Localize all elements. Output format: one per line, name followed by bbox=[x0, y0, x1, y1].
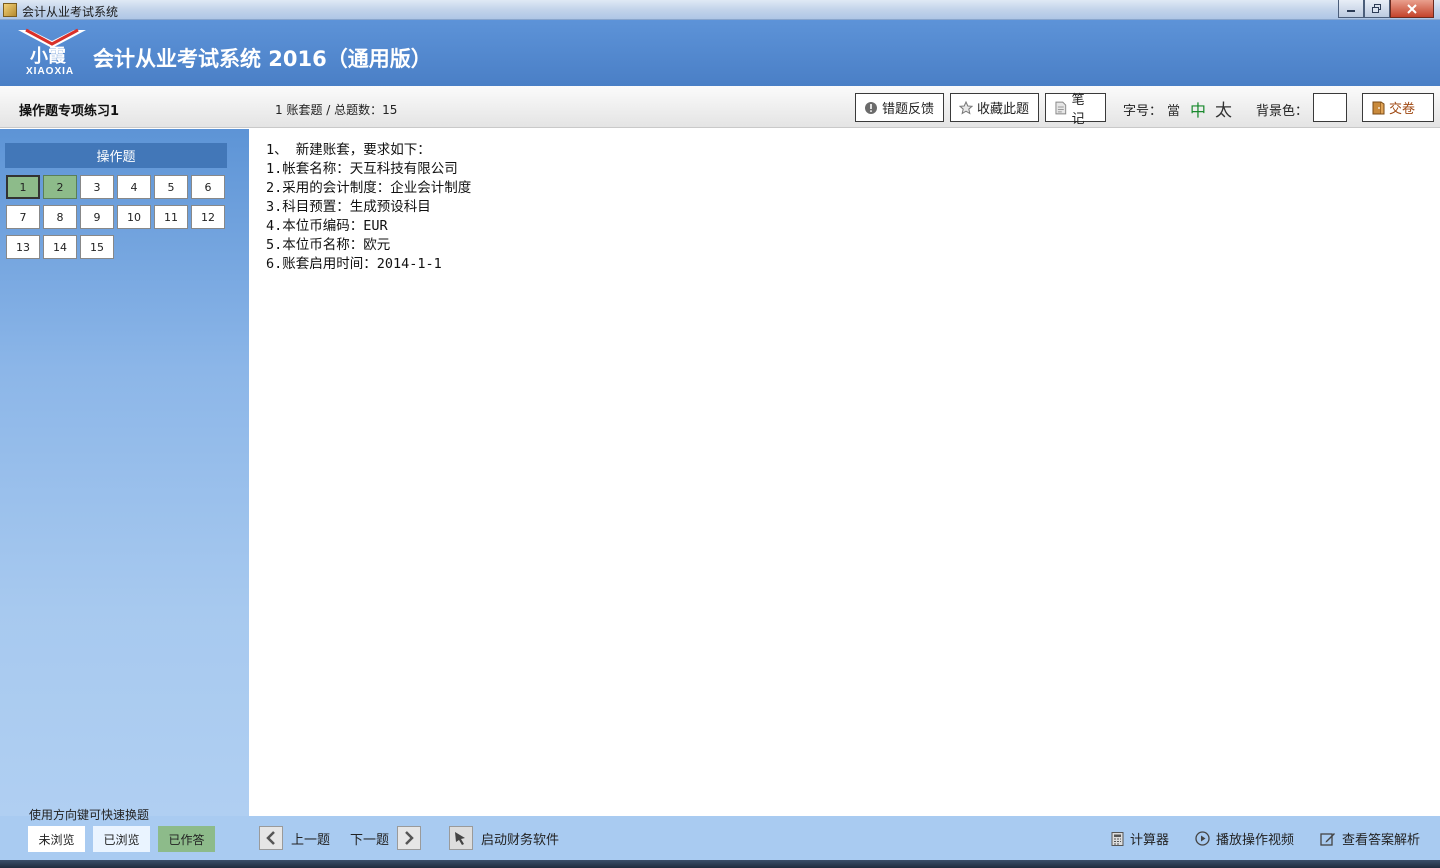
prev-question-label: 上一题 bbox=[291, 832, 331, 848]
logo: 小霞 XIAOXIA bbox=[14, 26, 90, 80]
star-icon bbox=[959, 100, 973, 115]
feedback-label: 错题反馈 bbox=[882, 102, 935, 117]
window-titlebar: 会计从业考试系统 bbox=[0, 0, 1440, 20]
question-line: 1.帐套名称：天互科技有限公司 bbox=[266, 161, 458, 177]
question-type-header[interactable]: 操作题 bbox=[5, 143, 227, 168]
play-circle-icon bbox=[1195, 831, 1210, 846]
os-taskbar bbox=[0, 860, 1440, 868]
view-answer-label: 查看答案解析 bbox=[1342, 833, 1421, 848]
question-grid: 1 2 3 4 5 6 7 8 9 10 11 12 13 14 15 bbox=[6, 175, 228, 259]
font-size-large[interactable]: 太 bbox=[1215, 96, 1232, 121]
next-question-label: 下一题 bbox=[350, 832, 390, 848]
keyboard-hint: 使用方向键可快速换题 bbox=[29, 808, 150, 822]
legend-viewed: 已浏览 bbox=[93, 826, 150, 852]
chevron-left-icon bbox=[259, 826, 283, 850]
question-number-button[interactable]: 15 bbox=[80, 235, 114, 259]
font-size-small[interactable]: 當 bbox=[1167, 100, 1180, 119]
prev-question-button[interactable]: 上一题 bbox=[259, 825, 330, 851]
question-number-button[interactable]: 13 bbox=[6, 235, 40, 259]
toolbar: 操作题专项练习1 1 账套题 / 总题数：15 错题反馈 收藏此题 笔记 字号：… bbox=[0, 86, 1440, 128]
question-number-button[interactable]: 10 bbox=[117, 205, 151, 229]
maximize-button[interactable] bbox=[1364, 0, 1390, 18]
background-color-swatch[interactable] bbox=[1313, 93, 1347, 122]
question-number-button[interactable]: 1 bbox=[6, 175, 40, 199]
note-icon bbox=[1055, 101, 1067, 114]
question-text: 1、 新建账套，要求如下： 1.帐套名称：天互科技有限公司 2.采用的会计制度：企业… bbox=[266, 141, 471, 274]
question-line: 6.账套启用时间：2014-1-1 bbox=[266, 256, 442, 272]
background-color-label: 背景色： bbox=[1256, 104, 1309, 119]
close-button[interactable] bbox=[1390, 0, 1434, 18]
question-number-button[interactable]: 6 bbox=[191, 175, 225, 199]
alert-icon bbox=[865, 101, 877, 114]
question-line: 2.采用的会计制度：企业会计制度 bbox=[266, 180, 472, 196]
question-number-button[interactable]: 2 bbox=[43, 175, 77, 199]
notes-button[interactable]: 笔记 bbox=[1045, 93, 1106, 127]
launch-software-label: 启动财务软件 bbox=[481, 832, 560, 848]
submit-exam-button[interactable]: 交卷 bbox=[1362, 93, 1434, 122]
view-answer-button[interactable]: 查看答案解析 bbox=[1320, 829, 1420, 848]
legend-answered: 已作答 bbox=[158, 826, 215, 852]
calculator-icon bbox=[1111, 831, 1124, 846]
question-number-button[interactable]: 11 bbox=[154, 205, 188, 229]
app-header: 小霞 XIAOXIA 会计从业考试系统 2016（通用版） bbox=[0, 20, 1440, 86]
favorite-button[interactable]: 收藏此题 bbox=[950, 93, 1039, 122]
door-exit-icon bbox=[1372, 101, 1385, 114]
feedback-button[interactable]: 错题反馈 bbox=[855, 93, 944, 122]
calculator-button[interactable]: 计算器 bbox=[1111, 829, 1169, 848]
question-number-button[interactable]: 12 bbox=[191, 205, 225, 229]
close-icon bbox=[1407, 3, 1417, 14]
notes-label: 笔记 bbox=[1071, 92, 1085, 127]
question-number-button[interactable]: 3 bbox=[80, 175, 114, 199]
font-size-medium[interactable]: 中 bbox=[1190, 97, 1206, 121]
question-counter: 1 账套题 / 总题数：15 bbox=[275, 103, 398, 117]
question-line: 1、 新建账套，要求如下： bbox=[266, 142, 431, 158]
sidebar: 操作题 1 2 3 4 5 6 7 8 9 10 11 12 13 14 15 bbox=[0, 129, 249, 816]
logo-mark-icon: 小霞 bbox=[18, 28, 86, 64]
play-video-label: 播放操作视频 bbox=[1216, 833, 1295, 848]
minimize-button[interactable] bbox=[1338, 0, 1364, 18]
question-number-button[interactable]: 14 bbox=[43, 235, 77, 259]
question-number-button[interactable]: 4 bbox=[117, 175, 151, 199]
app-title: 会计从业考试系统 2016（通用版） bbox=[93, 47, 432, 71]
legend-unviewed: 未浏览 bbox=[28, 826, 85, 852]
window-title: 会计从业考试系统 bbox=[22, 5, 119, 19]
logo-cn-text: 小霞 bbox=[30, 46, 67, 64]
question-line: 3.科目预置：生成预设科目 bbox=[266, 199, 431, 215]
question-number-button[interactable]: 8 bbox=[43, 205, 77, 229]
section-title: 操作题专项练习1 bbox=[19, 104, 120, 119]
submit-exam-label: 交卷 bbox=[1389, 102, 1416, 117]
question-number-button[interactable]: 9 bbox=[80, 205, 114, 229]
calculator-label: 计算器 bbox=[1130, 833, 1170, 848]
question-line: 4.本位币编码：EUR bbox=[266, 218, 388, 234]
favorite-label: 收藏此题 bbox=[977, 102, 1030, 117]
logo-text: XIAOXIA bbox=[26, 66, 75, 77]
cursor-icon bbox=[449, 826, 473, 850]
question-number-button[interactable]: 7 bbox=[6, 205, 40, 229]
font-size-label: 字号： bbox=[1123, 104, 1163, 119]
minimize-icon bbox=[1347, 9, 1355, 12]
window-controls bbox=[1338, 0, 1434, 18]
footer-bar: 使用方向键可快速换题 未浏览 已浏览 已作答 上一题 下一题 启动财务软件 计算… bbox=[0, 808, 1440, 860]
play-video-button[interactable]: 播放操作视频 bbox=[1195, 829, 1294, 848]
question-panel: 1、 新建账套，要求如下： 1.帐套名称：天互科技有限公司 2.采用的会计制度：企业… bbox=[249, 129, 1440, 816]
chevron-right-icon bbox=[397, 826, 422, 850]
restore-icon bbox=[1372, 4, 1381, 13]
question-line: 5.本位币名称：欧元 bbox=[266, 237, 391, 253]
question-number-button[interactable]: 5 bbox=[154, 175, 188, 199]
edit-icon bbox=[1320, 833, 1335, 846]
next-question-button[interactable]: 下一题 bbox=[350, 825, 422, 851]
app-icon bbox=[3, 3, 17, 17]
launch-software-button[interactable]: 启动财务软件 bbox=[449, 825, 559, 851]
